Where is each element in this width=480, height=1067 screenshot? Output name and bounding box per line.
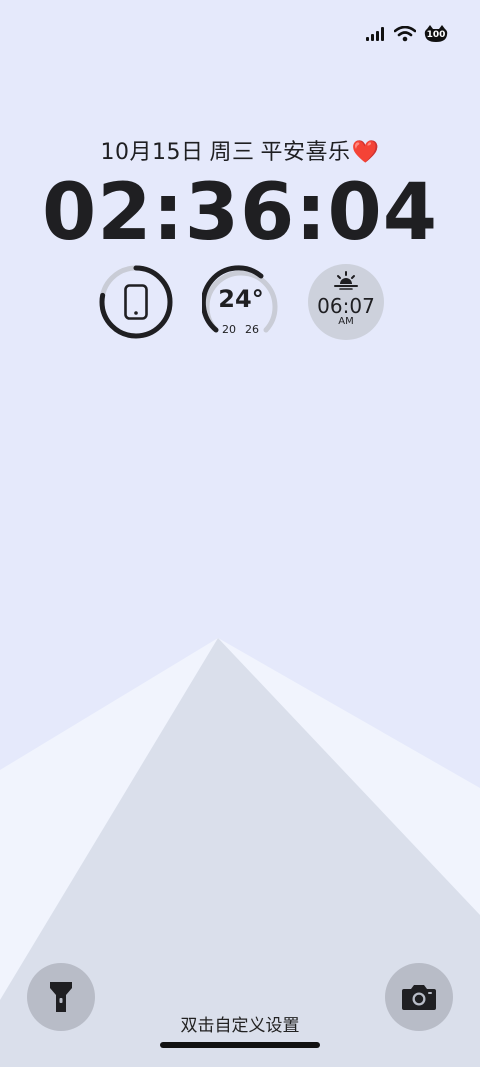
home-indicator[interactable] bbox=[160, 1042, 320, 1048]
heart-icon: ❤️ bbox=[351, 140, 380, 165]
sunrise-period: AM bbox=[338, 316, 354, 327]
signal-icon bbox=[366, 27, 384, 41]
sunrise-icon bbox=[334, 271, 358, 290]
status-bar: 100 bbox=[366, 22, 448, 46]
temperature-text: 24° bbox=[218, 285, 264, 313]
flashlight-icon bbox=[50, 982, 72, 1012]
phone-icon bbox=[124, 284, 148, 320]
battery-100-icon: 100 bbox=[424, 25, 448, 43]
battery-widget[interactable] bbox=[98, 264, 174, 340]
wifi-icon bbox=[394, 26, 416, 42]
date-line: 10月15日 周三 平安喜乐❤️ bbox=[0, 134, 480, 166]
weekday-text: 周三 bbox=[209, 140, 255, 165]
battery-level-text: 100 bbox=[426, 30, 446, 40]
temperature-low: 20 bbox=[222, 323, 236, 336]
weather-widget[interactable]: 24° 20 26 bbox=[202, 264, 278, 340]
customize-hint: 双击自定义设置 bbox=[180, 1016, 300, 1036]
greeting-text: 平安喜乐 bbox=[260, 140, 351, 165]
camera-icon bbox=[402, 985, 436, 1010]
sunrise-time: 06:07 bbox=[317, 294, 375, 318]
date-text: 10月15日 bbox=[100, 140, 204, 165]
lockscreen-clock[interactable]: 02:36:04 bbox=[0, 168, 480, 258]
sunrise-widget[interactable]: 06:07 AM bbox=[308, 264, 384, 340]
temperature-high: 26 bbox=[245, 323, 259, 336]
